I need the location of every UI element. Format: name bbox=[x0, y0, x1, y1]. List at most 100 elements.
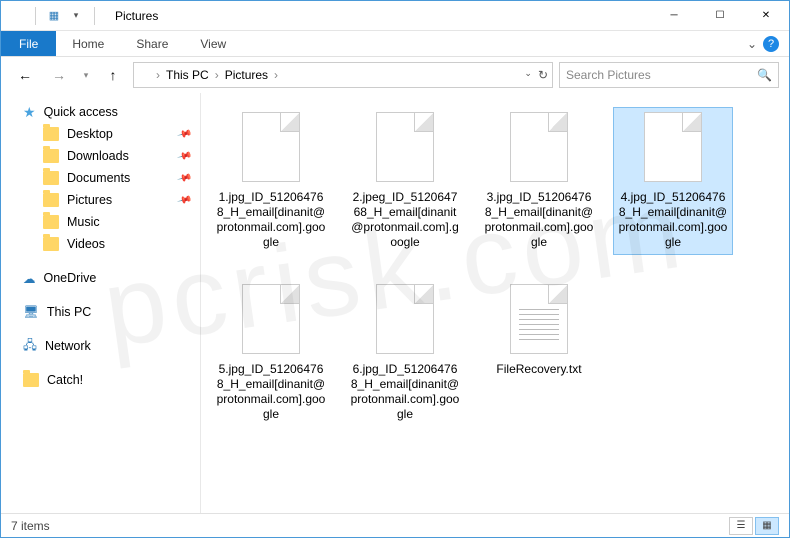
file-name: FileRecovery.txt bbox=[496, 362, 581, 377]
sidebar-item-label: Pictures bbox=[67, 193, 112, 207]
this-pc-label: This PC bbox=[47, 305, 91, 319]
sidebar-item-desktop[interactable]: Desktop 📌 bbox=[1, 123, 200, 145]
onedrive-label: OneDrive bbox=[44, 271, 97, 285]
sidebar-item-videos[interactable]: Videos bbox=[1, 233, 200, 255]
maximize-button[interactable]: ☐ bbox=[697, 1, 743, 31]
pin-icon: 📌 bbox=[176, 148, 192, 164]
close-button[interactable]: ✕ bbox=[743, 1, 789, 31]
folder-app-icon bbox=[9, 8, 25, 24]
breadcrumb-sep: › bbox=[156, 68, 160, 82]
pin-icon: 📌 bbox=[176, 192, 192, 208]
sidebar-quick-access[interactable]: ★ Quick access bbox=[1, 101, 200, 123]
folder-icon bbox=[43, 193, 59, 207]
sidebar-item-pictures[interactable]: Pictures 📌 bbox=[1, 189, 200, 211]
sidebar-network[interactable]: 🖧 Network bbox=[1, 335, 200, 357]
sidebar-item-label: Videos bbox=[67, 237, 105, 251]
files-container: 1.jpg_ID_512064768_H_email[dinanit@proto… bbox=[211, 107, 779, 427]
file-thumbnail bbox=[637, 112, 709, 184]
sidebar-catch[interactable]: Catch! bbox=[1, 369, 200, 391]
file-name: 3.jpg_ID_512064768_H_email[dinanit@proto… bbox=[484, 190, 594, 250]
item-count: 7 items bbox=[11, 519, 50, 533]
pin-icon: 📌 bbox=[176, 170, 192, 186]
file-item[interactable]: 1.jpg_ID_512064768_H_email[dinanit@proto… bbox=[211, 107, 331, 255]
network-icon: 🖧 bbox=[23, 336, 37, 357]
ribbon-expand-icon[interactable]: ⌄ bbox=[747, 37, 757, 51]
catch-label: Catch! bbox=[47, 373, 83, 387]
help-icon[interactable]: ? bbox=[763, 36, 779, 52]
sidebar-item-label: Documents bbox=[67, 171, 130, 185]
status-bar: 7 items ☰ ▦ bbox=[1, 513, 789, 537]
folder-icon bbox=[43, 237, 59, 251]
file-tab[interactable]: File bbox=[1, 31, 56, 56]
sidebar-item-music[interactable]: Music bbox=[1, 211, 200, 233]
folder-icon bbox=[43, 149, 59, 163]
file-name: 5.jpg_ID_512064768_H_email[dinanit@proto… bbox=[216, 362, 326, 422]
sidebar-this-pc[interactable]: 🖥 This PC bbox=[1, 301, 200, 323]
details-view-button[interactable]: ☰ bbox=[729, 517, 753, 535]
quick-access-label: Quick access bbox=[44, 105, 118, 119]
search-input[interactable]: Search Pictures 🔍 bbox=[559, 62, 779, 88]
folder-icon bbox=[43, 127, 59, 141]
file-thumbnail bbox=[235, 284, 307, 356]
tab-share[interactable]: Share bbox=[120, 31, 184, 56]
star-icon: ★ bbox=[23, 104, 36, 121]
tab-home[interactable]: Home bbox=[56, 31, 120, 56]
file-item[interactable]: 2.jpeg_ID_512064768_H_email[dinanit@prot… bbox=[345, 107, 465, 255]
search-placeholder: Search Pictures bbox=[566, 68, 651, 82]
navigation-pane: ★ Quick access Desktop📌Downloads📌Documen… bbox=[1, 93, 201, 513]
sidebar-item-label: Music bbox=[67, 215, 100, 229]
file-item[interactable]: 5.jpg_ID_512064768_H_email[dinanit@proto… bbox=[211, 279, 331, 427]
icons-view-button[interactable]: ▦ bbox=[755, 517, 779, 535]
qat-properties-icon[interactable]: ▦ bbox=[46, 8, 62, 24]
body: ★ Quick access Desktop📌Downloads📌Documen… bbox=[1, 93, 789, 513]
file-item[interactable]: FileRecovery.txt bbox=[479, 279, 599, 427]
sidebar-onedrive[interactable]: ☁ OneDrive bbox=[1, 267, 200, 289]
refresh-icon[interactable]: ↻ bbox=[538, 68, 548, 82]
cloud-icon: ☁ bbox=[23, 271, 36, 286]
folder-icon bbox=[43, 215, 59, 229]
file-item[interactable]: 3.jpg_ID_512064768_H_email[dinanit@proto… bbox=[479, 107, 599, 255]
back-button[interactable]: ← bbox=[11, 62, 39, 88]
window-title: Pictures bbox=[115, 9, 158, 23]
qat-divider2 bbox=[94, 7, 95, 25]
minimize-button[interactable]: ─ bbox=[651, 1, 697, 31]
file-thumbnail bbox=[369, 112, 441, 184]
file-name: 6.jpg_ID_512064768_H_email[dinanit@proto… bbox=[350, 362, 460, 422]
qat-dropdown-icon[interactable]: ▾ bbox=[68, 8, 84, 24]
ribbon: File Home Share View ⌄ ? bbox=[1, 31, 789, 57]
file-name: 1.jpg_ID_512064768_H_email[dinanit@proto… bbox=[216, 190, 326, 250]
up-button[interactable]: ↑ bbox=[99, 62, 127, 88]
breadcrumb-root[interactable]: This PC bbox=[164, 68, 211, 82]
file-name: 2.jpeg_ID_512064768_H_email[dinanit@prot… bbox=[350, 190, 460, 250]
file-item[interactable]: 4.jpg_ID_512064768_H_email[dinanit@proto… bbox=[613, 107, 733, 255]
pin-icon: 📌 bbox=[176, 126, 192, 142]
breadcrumb-folder[interactable]: Pictures bbox=[223, 68, 270, 82]
tab-view[interactable]: View bbox=[184, 31, 242, 56]
search-icon[interactable]: 🔍 bbox=[757, 68, 772, 82]
file-name: 4.jpg_ID_512064768_H_email[dinanit@proto… bbox=[618, 190, 728, 250]
pc-icon: 🖥 bbox=[23, 305, 39, 320]
folder-icon bbox=[43, 171, 59, 185]
qat-divider bbox=[35, 7, 36, 25]
file-thumbnail bbox=[503, 284, 575, 356]
file-item[interactable]: 6.jpg_ID_512064768_H_email[dinanit@proto… bbox=[345, 279, 465, 427]
address-row: ← → ▾ ↑ › This PC › Pictures › ⌄ ↻ Searc… bbox=[1, 57, 789, 93]
address-dropdown-icon[interactable]: ⌄ bbox=[524, 68, 532, 82]
file-thumbnail bbox=[503, 112, 575, 184]
sidebar-item-documents[interactable]: Documents 📌 bbox=[1, 167, 200, 189]
address-folder-icon bbox=[138, 70, 152, 81]
sidebar-item-label: Desktop bbox=[67, 127, 113, 141]
breadcrumb-sep: › bbox=[215, 68, 219, 82]
breadcrumb-sep: › bbox=[274, 68, 278, 82]
address-bar[interactable]: › This PC › Pictures › ⌄ ↻ bbox=[133, 62, 553, 88]
file-thumbnail bbox=[235, 112, 307, 184]
sidebar-item-downloads[interactable]: Downloads 📌 bbox=[1, 145, 200, 167]
content-pane: 1.jpg_ID_512064768_H_email[dinanit@proto… bbox=[201, 93, 789, 513]
network-label: Network bbox=[45, 339, 91, 353]
recent-dropdown-icon[interactable]: ▾ bbox=[79, 62, 93, 88]
folder-icon bbox=[23, 373, 39, 387]
file-thumbnail bbox=[369, 284, 441, 356]
forward-button[interactable]: → bbox=[45, 62, 73, 88]
sidebar-item-label: Downloads bbox=[67, 149, 129, 163]
titlebar: ▦ ▾ Pictures ─ ☐ ✕ bbox=[1, 1, 789, 31]
